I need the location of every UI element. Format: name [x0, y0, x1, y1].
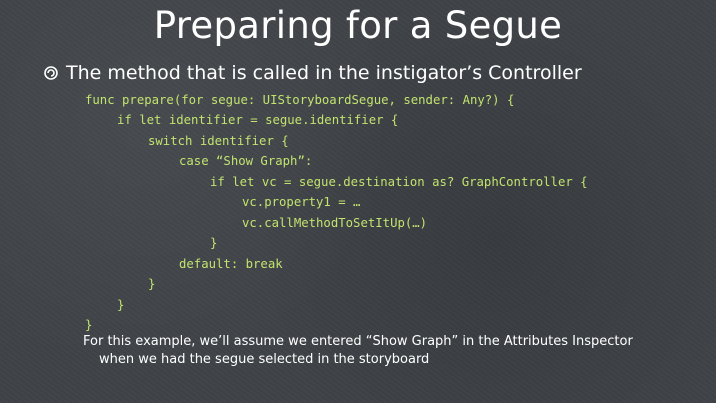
- note-line: For this example, we’ll assume we entere…: [83, 334, 633, 349]
- bullet-text: The method that is called in the instiga…: [66, 62, 582, 84]
- code-line: vc.callMethodToSetItUp(…): [242, 216, 428, 230]
- spiral-bullet-icon: [44, 66, 58, 80]
- code-line: }: [148, 277, 156, 291]
- code-line: switch identifier {: [148, 134, 289, 148]
- note-line: when we had the segue selected in the st…: [99, 352, 430, 367]
- bullet-row: The method that is called in the instiga…: [44, 62, 582, 84]
- code-line: func prepare(for segue: UIStoryboardSegu…: [85, 93, 515, 107]
- code-line: default: break: [179, 257, 283, 271]
- code-line: }: [210, 236, 218, 250]
- code-line: vc.property1 = …: [242, 195, 361, 209]
- code-line: }: [85, 318, 93, 332]
- slide-title: Preparing for a Segue: [153, 4, 563, 47]
- code-line: if let identifier = segue.identifier {: [117, 113, 399, 127]
- slide: Preparing for a Segue The method that is…: [0, 0, 716, 403]
- note: For this example, we’ll assume we entere…: [83, 333, 683, 369]
- code-line: }: [117, 298, 125, 312]
- code-line: if let vc = segue.destination as? GraphC…: [210, 175, 588, 189]
- code-line: case “Show Graph”:: [179, 154, 313, 168]
